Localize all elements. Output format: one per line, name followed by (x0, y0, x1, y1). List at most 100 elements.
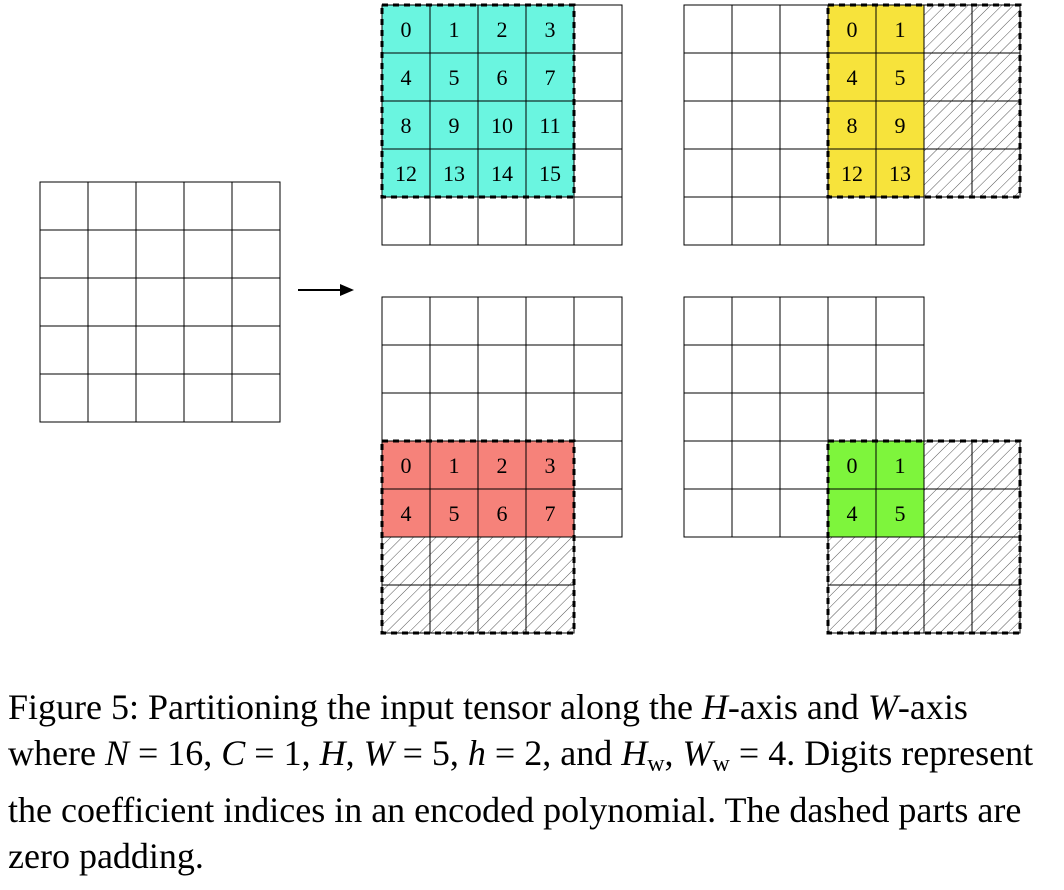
grid-cell (573, 296, 623, 346)
caption-part: = 5, (393, 733, 468, 773)
coefficient-index: 3 (545, 17, 556, 42)
grid-cell (779, 52, 829, 102)
coefficient-index: 7 (545, 65, 556, 90)
grid-cell (683, 392, 733, 442)
padding-cell (971, 584, 1021, 634)
padding-cell (923, 584, 973, 634)
padding-cell (971, 148, 1021, 198)
grid-cell (779, 100, 829, 150)
grid-cell (731, 488, 781, 538)
grid-cell (683, 440, 733, 490)
coefficient-index: 11 (539, 113, 560, 138)
grid-cell (429, 296, 479, 346)
grid-cell (731, 100, 781, 150)
grid-cell (573, 392, 623, 442)
caption-math: N (104, 733, 129, 773)
grid-cell (779, 488, 829, 538)
coefficient-index: 6 (497, 65, 508, 90)
coefficient-index: 1 (449, 453, 460, 478)
coefficient-index: 9 (895, 113, 906, 138)
coefficient-index: 4 (401, 501, 412, 526)
grid-cell (779, 148, 829, 198)
grid-cell (573, 488, 623, 538)
grid-cell (731, 392, 781, 442)
grid-cell (731, 344, 781, 394)
grid-cell (779, 196, 829, 246)
grid-cell (875, 392, 925, 442)
grid-cell (683, 488, 733, 538)
grid-cell (573, 52, 623, 102)
grid-cell (827, 392, 877, 442)
coefficient-index: 8 (401, 113, 412, 138)
panel-bottom-right: 0 1 4 5 (683, 296, 1022, 635)
grid-cell (573, 196, 623, 246)
caption-label: Figure 5: (8, 687, 139, 727)
padding-cell (971, 440, 1021, 490)
coefficient-index: 15 (539, 161, 561, 186)
panel-bottom-left: 0 1 2 3 4 5 6 7 (380, 296, 623, 635)
caption-part: = 2, and (485, 733, 622, 773)
grid-cell (381, 196, 431, 246)
input-cell (183, 181, 233, 231)
grid-cell (779, 440, 829, 490)
input-cell (39, 277, 89, 327)
grid-cell (683, 196, 733, 246)
input-cell (231, 325, 281, 375)
padding-cell (923, 148, 973, 198)
grid-cell (683, 344, 733, 394)
figure-caption: Figure 5: Partitioning the input tensor … (8, 684, 1058, 879)
padding-cell (971, 488, 1021, 538)
grid-cell (573, 344, 623, 394)
caption-part: Partitioning the input tensor along the (139, 687, 702, 727)
grid-cell (779, 392, 829, 442)
coefficient-index: 14 (491, 161, 513, 186)
input-cell (231, 277, 281, 327)
grid-cell (827, 344, 877, 394)
grid-cell (827, 196, 877, 246)
caption-subscript: w (712, 751, 730, 777)
grid-cell (429, 196, 479, 246)
input-cell (231, 229, 281, 279)
grid-cell (573, 100, 623, 150)
input-cell (183, 325, 233, 375)
padding-cell (923, 440, 973, 490)
coefficient-index: 1 (449, 17, 460, 42)
caption-math: H (701, 687, 728, 727)
padding-cell (923, 488, 973, 538)
coefficient-index: 5 (895, 501, 906, 526)
padding-cell (381, 536, 431, 586)
input-cell (135, 325, 185, 375)
padding-cell (525, 536, 575, 586)
input-cell (183, 277, 233, 327)
caption-math: h (467, 733, 486, 773)
grid-cell (731, 196, 781, 246)
grid-cell (573, 440, 623, 490)
coefficient-index: 3 (545, 453, 556, 478)
coefficient-index: 9 (449, 113, 460, 138)
coefficient-index: 5 (895, 65, 906, 90)
grid-cell (525, 296, 575, 346)
input-cell (39, 181, 89, 231)
padding-cell (971, 536, 1021, 586)
grid-cell (731, 4, 781, 54)
coefficient-index: 1 (895, 453, 906, 478)
coefficient-index: 4 (847, 65, 858, 90)
grid-cell (875, 344, 925, 394)
padding-cell (971, 100, 1021, 150)
grid-cell (683, 52, 733, 102)
coefficient-index: 12 (395, 161, 417, 186)
partition-panels: 0 1 2 34 5 6 78 9 10 1112 13 14 150 14 58 912 130 1 2 34 5 6 7… (380, 3, 1022, 635)
grid-cell (827, 296, 877, 346)
caption-math: H (319, 733, 346, 773)
padding-cell (923, 100, 973, 150)
coefficient-index: 5 (449, 501, 460, 526)
grid-cell (779, 4, 829, 54)
coefficient-index: 0 (847, 453, 858, 478)
grid-cell (429, 344, 479, 394)
padding-cell (923, 4, 973, 54)
caption-math: W (682, 733, 713, 773)
grid-cell (875, 196, 925, 246)
grid-cell (429, 392, 479, 442)
caption-text: Figure 5: Partitioning the input tensor … (8, 684, 1058, 879)
coefficient-index: 8 (847, 113, 858, 138)
